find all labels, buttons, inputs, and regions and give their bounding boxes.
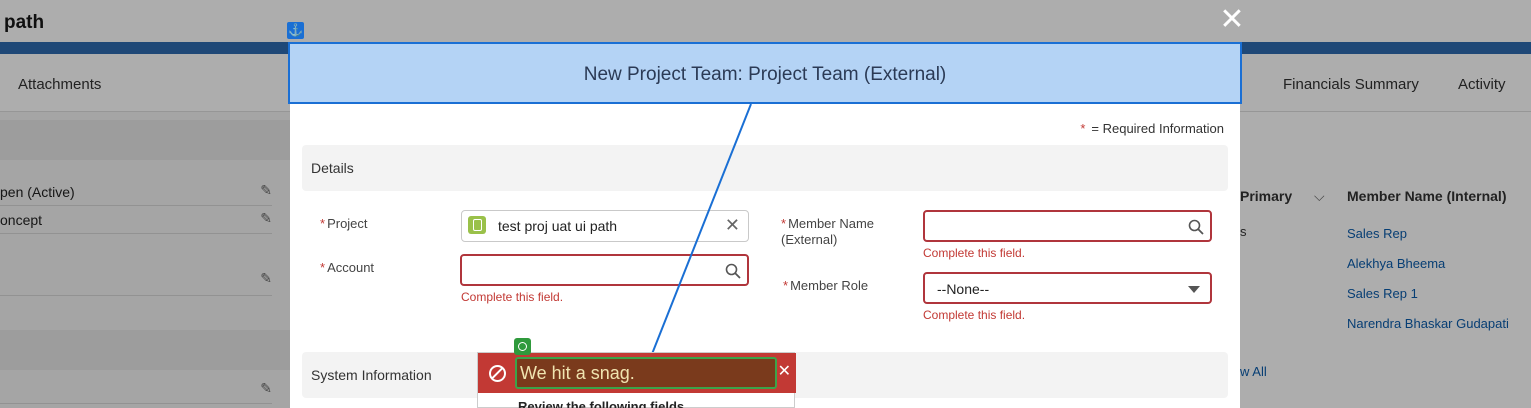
error-icon bbox=[489, 365, 506, 382]
error-popover-body: Review the following fields bbox=[518, 399, 685, 408]
error-popover-header: We hit a snag. ✕ bbox=[478, 353, 796, 393]
error-popover-title: We hit a snag. bbox=[515, 357, 777, 389]
error-popover: We hit a snag. ✕ Review the following fi… bbox=[477, 352, 796, 408]
target-icon bbox=[514, 338, 531, 355]
connector-line bbox=[651, 103, 752, 355]
close-icon[interactable]: ✕ bbox=[778, 361, 791, 381]
